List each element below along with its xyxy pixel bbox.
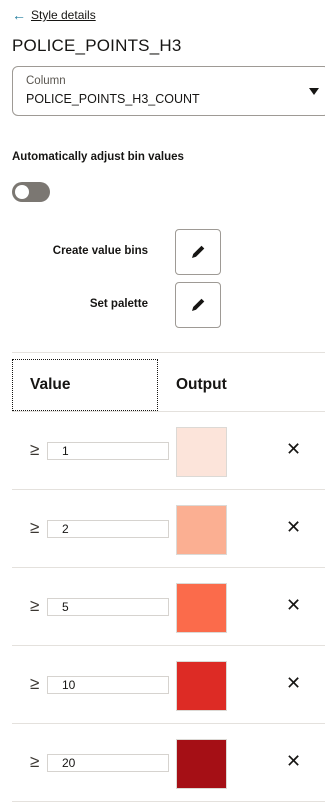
column-select[interactable]: Column POLICE_POINTS_H3_COUNT [12, 66, 325, 116]
bin-color-swatch[interactable] [176, 505, 227, 555]
bin-row: ≥ ✕ [12, 724, 325, 802]
remove-bin-icon[interactable]: ✕ [286, 752, 301, 770]
bin-row: ≥ ✕ [12, 646, 325, 724]
bin-row: ≥ ✕ [12, 568, 325, 646]
toggle-knob [15, 185, 29, 199]
pencil-icon [192, 245, 205, 258]
bin-color-swatch[interactable] [176, 739, 227, 789]
bin-color-swatch[interactable] [176, 661, 227, 711]
bin-value-input[interactable] [47, 520, 169, 538]
bin-color-swatch[interactable] [176, 583, 227, 633]
bin-row: ≥ ✕ [12, 412, 325, 490]
greater-equal-icon: ≥ [30, 752, 40, 771]
remove-bin-icon[interactable]: ✕ [286, 518, 301, 536]
set-palette-row: Set palette [0, 282, 230, 330]
greater-equal-icon: ≥ [30, 674, 40, 693]
column-select-value: POLICE_POINTS_H3_COUNT [26, 92, 200, 106]
remove-bin-icon[interactable]: ✕ [286, 674, 301, 692]
bin-value-input[interactable] [47, 598, 169, 616]
arrow-left-icon: ← [12, 7, 26, 23]
chevron-down-icon [309, 88, 319, 95]
create-value-bins-row: Create value bins [0, 229, 230, 277]
remove-bin-icon[interactable]: ✕ [286, 440, 301, 458]
set-palette-button[interactable] [175, 282, 221, 328]
pencil-icon [192, 298, 205, 311]
output-column-header: Output [176, 376, 227, 393]
bin-value-input[interactable] [47, 676, 169, 694]
remove-bin-icon[interactable]: ✕ [286, 596, 301, 614]
create-value-bins-label: Create value bins [52, 245, 148, 257]
greater-equal-icon: ≥ [30, 518, 40, 537]
bin-value-input[interactable] [47, 442, 169, 460]
set-palette-label: Set palette [89, 298, 148, 310]
bin-row: ≥ ✕ [12, 490, 325, 568]
bins-table-header: Value Output [12, 352, 325, 412]
create-value-bins-button[interactable] [175, 229, 221, 275]
back-to-style-details-link[interactable]: ← Style details [12, 8, 96, 22]
bin-color-swatch[interactable] [176, 427, 227, 477]
bin-value-input[interactable] [47, 754, 169, 772]
layer-title: POLICE_POINTS_H3 [12, 36, 182, 55]
greater-equal-icon: ≥ [30, 596, 40, 615]
auto-adjust-label: Automatically adjust bin values [12, 151, 184, 163]
value-column-header[interactable]: Value [12, 359, 158, 411]
auto-adjust-toggle[interactable] [12, 182, 50, 202]
greater-equal-icon: ≥ [30, 440, 40, 459]
column-select-caption: Column [26, 75, 66, 87]
back-link-label: Style details [31, 8, 96, 22]
